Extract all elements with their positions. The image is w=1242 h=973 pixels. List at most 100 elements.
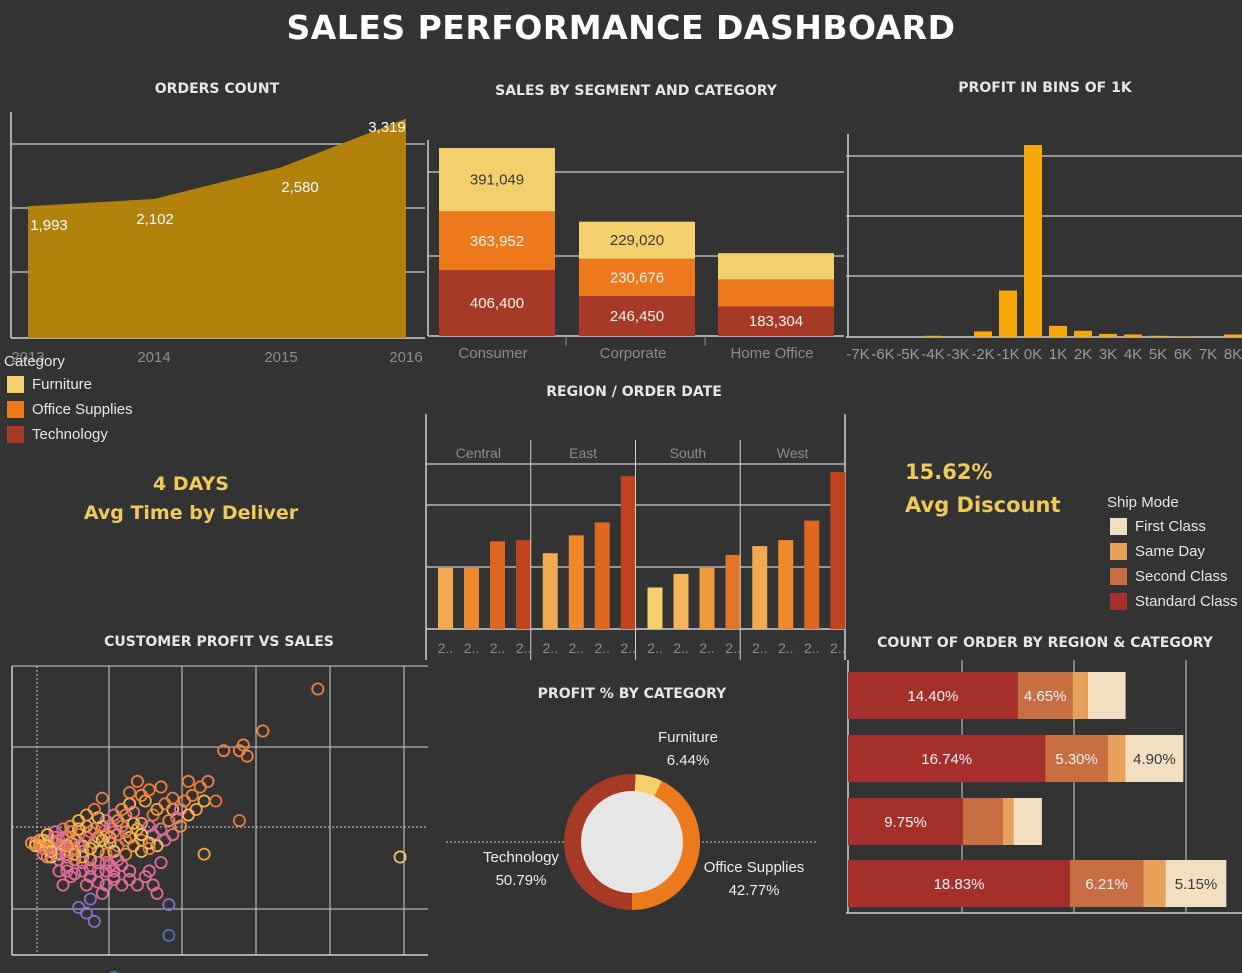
region-category-bar[interactable] bbox=[1087, 672, 1126, 719]
region-category-bar[interactable] bbox=[1143, 860, 1166, 907]
region-date-bar[interactable] bbox=[542, 553, 558, 629]
discount-kpi: 15.62% Avg Discount bbox=[905, 456, 1060, 522]
profit-bin-tick: -7K bbox=[846, 346, 869, 363]
profit-bin-bar[interactable] bbox=[924, 335, 942, 337]
legend-label: First Class bbox=[1135, 518, 1206, 535]
profit-bin-bar[interactable] bbox=[974, 331, 992, 337]
region-date-bar[interactable] bbox=[699, 568, 715, 629]
region-date-bar[interactable] bbox=[830, 472, 846, 629]
customer-point[interactable] bbox=[158, 797, 172, 811]
legend-item-standard-class[interactable]: Standard Class bbox=[1110, 589, 1238, 614]
region-date-tick: 2.. bbox=[464, 640, 480, 656]
customer-point[interactable] bbox=[181, 808, 195, 822]
customer-point[interactable] bbox=[119, 847, 133, 861]
profit-bin-bar[interactable] bbox=[1224, 334, 1242, 338]
legend-item-first-class[interactable]: First Class bbox=[1110, 514, 1238, 539]
legend-item-technology[interactable]: Technology bbox=[7, 422, 133, 447]
customer-point[interactable] bbox=[72, 900, 86, 914]
legend-item-office-supplies[interactable]: Office Supplies bbox=[7, 397, 133, 422]
segment-bar[interactable] bbox=[718, 253, 834, 280]
region-date-title: REGION / ORDER DATE bbox=[546, 384, 722, 400]
category-legend-title: Category bbox=[4, 353, 65, 370]
profit-bin-bar[interactable] bbox=[1074, 330, 1092, 337]
region-date-bar[interactable] bbox=[725, 554, 741, 629]
customer-point[interactable] bbox=[142, 783, 156, 797]
customer-point[interactable] bbox=[158, 833, 172, 847]
region-category-bar[interactable] bbox=[1003, 798, 1014, 845]
segment-bar[interactable] bbox=[718, 279, 834, 307]
customer-point[interactable] bbox=[87, 914, 101, 928]
customer-point[interactable] bbox=[115, 878, 129, 892]
legend-item-same-day[interactable]: Same Day bbox=[1110, 539, 1238, 564]
region-date-bar[interactable] bbox=[752, 546, 768, 629]
profit-bin-tick: -4K bbox=[921, 346, 944, 363]
customer-point[interactable] bbox=[130, 774, 144, 788]
region-date-bar[interactable] bbox=[438, 568, 453, 629]
region-category-bar[interactable] bbox=[1072, 672, 1088, 719]
profit-bin-bar[interactable] bbox=[1149, 335, 1167, 337]
customer-point[interactable] bbox=[154, 822, 168, 836]
region-category-label: 14.40% bbox=[907, 688, 958, 705]
customer-point[interactable] bbox=[189, 802, 203, 816]
region-category-bar[interactable] bbox=[962, 798, 1003, 845]
count-region-title: COUNT OF ORDER BY REGION & CATEGORY bbox=[877, 635, 1213, 651]
customer-point[interactable] bbox=[80, 808, 94, 822]
profit-bin-bar[interactable] bbox=[1099, 333, 1117, 337]
profit-bin-bar[interactable] bbox=[1049, 325, 1067, 337]
customer-point[interactable] bbox=[311, 682, 325, 696]
customer-point[interactable] bbox=[232, 814, 246, 828]
segment-x-tick: Corporate bbox=[600, 345, 667, 362]
customer-point[interactable] bbox=[201, 774, 215, 788]
region-date-tick: 2.. bbox=[752, 640, 768, 656]
legend-item-second-class[interactable]: Second Class bbox=[1110, 564, 1238, 589]
customer-point[interactable] bbox=[181, 774, 195, 788]
profit-bin-bar[interactable] bbox=[999, 290, 1017, 338]
customer-point[interactable] bbox=[197, 847, 211, 861]
orders-data-label: 1,993 bbox=[30, 217, 68, 234]
customer-point[interactable] bbox=[83, 892, 97, 906]
customer-point[interactable] bbox=[166, 791, 180, 805]
region-date-bar[interactable] bbox=[673, 573, 689, 629]
region-date-tick: 2.. bbox=[438, 640, 454, 656]
region-category-label: 4.65% bbox=[1024, 688, 1067, 705]
sales-segment-title: SALES BY SEGMENT AND CATEGORY bbox=[495, 83, 777, 99]
legend-item-furniture[interactable]: Furniture bbox=[7, 372, 133, 397]
profit-bin-bar[interactable] bbox=[1024, 145, 1042, 337]
dashboard-title: SALES PERFORMANCE DASHBOARD bbox=[286, 8, 956, 47]
customer-point[interactable] bbox=[130, 878, 144, 892]
customer-point[interactable] bbox=[123, 872, 137, 886]
region-date-bar[interactable] bbox=[804, 520, 820, 629]
region-date-bar[interactable] bbox=[568, 535, 584, 629]
customer-point[interactable] bbox=[154, 780, 168, 794]
legend-label: Office Supplies bbox=[32, 401, 133, 418]
customer-point[interactable] bbox=[154, 856, 168, 870]
region-category-bar[interactable] bbox=[1013, 798, 1042, 845]
region-date-tick: 2.. bbox=[542, 640, 558, 656]
region-date-tick: 2.. bbox=[699, 640, 715, 656]
region-date-bar[interactable] bbox=[464, 568, 479, 629]
customer-point[interactable] bbox=[256, 724, 270, 738]
region-date-bar[interactable] bbox=[647, 587, 663, 630]
profit-bin-tick: -3K bbox=[946, 346, 969, 363]
region-date-bar[interactable] bbox=[594, 522, 610, 629]
customer-point[interactable] bbox=[95, 791, 109, 805]
region-category-bar[interactable] bbox=[1107, 735, 1126, 782]
region-date-tick: 2.. bbox=[620, 640, 636, 656]
customer-point[interactable] bbox=[162, 928, 176, 942]
region-date-tick: 2.. bbox=[647, 640, 663, 656]
profit-bin-bar[interactable] bbox=[1124, 334, 1142, 338]
region-date-bar[interactable] bbox=[516, 540, 531, 629]
customer-point[interactable] bbox=[123, 786, 137, 800]
region-date-bar[interactable] bbox=[620, 476, 636, 629]
customer-point[interactable] bbox=[240, 749, 254, 763]
profit-bin-tick: -1K bbox=[996, 346, 1019, 363]
customer-point[interactable] bbox=[209, 794, 223, 808]
customer-point[interactable] bbox=[166, 828, 180, 842]
region-date-bar[interactable] bbox=[778, 540, 794, 629]
region-category-label: 6.21% bbox=[1085, 876, 1128, 893]
profit-bin-bar[interactable] bbox=[1174, 336, 1192, 337]
orders-data-label: 2,102 bbox=[136, 211, 174, 228]
region-date-bar[interactable] bbox=[490, 541, 505, 629]
customer-point[interactable] bbox=[185, 788, 199, 802]
profit-pct-chart: Furniture 6.44% Office Supplies 42.77% T… bbox=[446, 729, 816, 911]
